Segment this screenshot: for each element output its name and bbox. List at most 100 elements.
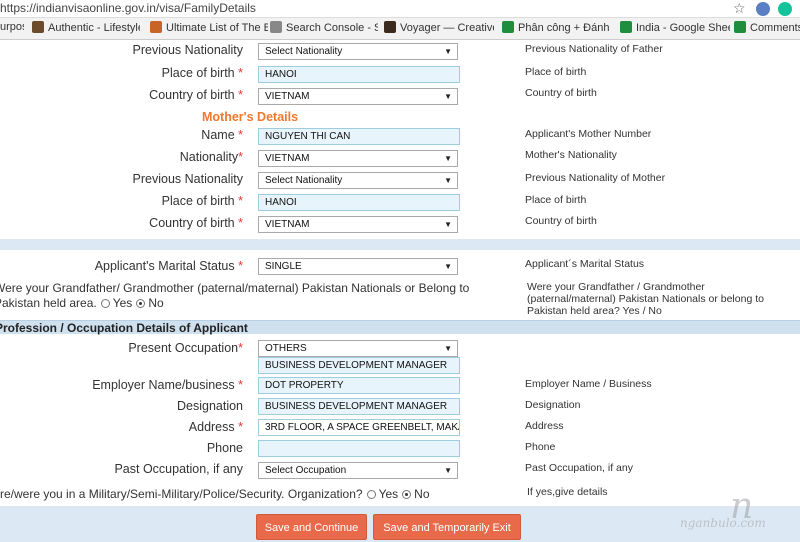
- required-marker: *: [238, 341, 243, 355]
- bookmark-item[interactable]: Phân công + Đánh giá: [502, 21, 612, 34]
- address-field[interactable]: 3RD FLOOR, A SPACE GREENBELT, MAKATI,: [258, 419, 460, 436]
- mother-prev-nationality-label: Previous Nationality: [132, 172, 243, 186]
- military-help: If yes,give details: [527, 486, 608, 498]
- save-continue-button[interactable]: Save and Continue: [256, 514, 367, 540]
- profession-section-header: Profession / Occupation Details of Appli…: [0, 320, 800, 335]
- military-yes-radio[interactable]: [366, 490, 376, 499]
- required-marker: *: [238, 378, 243, 392]
- mother-country-select[interactable]: VIETNAM ▼: [258, 216, 458, 233]
- mother-country-label: Country of birth *: [149, 216, 243, 230]
- phone-help: Phone: [525, 441, 556, 453]
- designation-label: Designation: [176, 399, 243, 413]
- past-occupation-label: Past Occupation, if any: [114, 462, 243, 476]
- father-prev-nationality-select[interactable]: Select Nationality ▼: [258, 43, 458, 60]
- employer-help: Employer Name / Business: [525, 378, 652, 390]
- mother-name-help: Applicant's Mother Number: [525, 128, 652, 140]
- pakistan-no-radio[interactable]: [136, 299, 146, 308]
- grammarly-icon[interactable]: [778, 2, 792, 16]
- mother-place-label: Place of birth *: [161, 194, 243, 208]
- mother-name-field[interactable]: NGUYEN THI CAN: [258, 128, 460, 145]
- bookmark-item[interactable]: India - Google Sheets: [620, 21, 730, 34]
- chevron-down-icon: ▼: [444, 262, 452, 271]
- mother-place-field[interactable]: HANOI: [258, 194, 460, 211]
- required-marker: *: [238, 259, 243, 273]
- required-marker: *: [238, 150, 243, 164]
- pakistan-help-line2: (paternal/maternal) Pakistan Nationals o…: [527, 293, 764, 305]
- required-marker: *: [238, 128, 243, 142]
- watermark-text: nganbulo.com: [680, 516, 766, 530]
- pakistan-help-line1: Were your Grandfather / Grandmother: [527, 281, 705, 293]
- employer-label: Employer Name/business *: [92, 378, 243, 392]
- mother-name-label: Name *: [201, 128, 243, 142]
- father-country-select[interactable]: VIETNAM ▼: [258, 88, 458, 105]
- required-marker: *: [238, 66, 243, 80]
- past-occupation-help: Past Occupation, if any: [525, 462, 633, 474]
- bookmark-item[interactable]: Authentic - Lifestyle B: [32, 21, 140, 34]
- bookmark-item[interactable]: Comments -: [734, 21, 800, 34]
- bookmark-item[interactable]: Search Console - Site: [270, 21, 378, 34]
- profession-section-title: Profession / Occupation Details of Appli…: [0, 321, 248, 335]
- chevron-down-icon: ▼: [444, 47, 452, 56]
- chevron-down-icon: ▼: [444, 466, 452, 475]
- military-no-radio[interactable]: [402, 490, 412, 499]
- site-favicon-icon: [150, 21, 162, 33]
- bookmarks-bar: urpos Authentic - Lifestyle B Ultimate L…: [0, 18, 800, 40]
- pakistan-help-line3: Pakistan held area? Yes / No: [527, 305, 662, 317]
- chevron-down-icon: ▼: [444, 92, 452, 101]
- past-occupation-select[interactable]: Select Occupation ▼: [258, 462, 458, 479]
- required-marker: *: [238, 194, 243, 208]
- site-favicon-icon: [384, 21, 396, 33]
- father-place-field[interactable]: HANOI: [258, 66, 460, 83]
- marital-status-label: Applicant's Marital Status *: [94, 259, 243, 273]
- bookmark-item[interactable]: Voyager — Creative B: [384, 21, 494, 34]
- mother-prev-nationality-help: Previous Nationality of Mother: [525, 172, 666, 184]
- mother-nationality-label: Nationality*: [179, 150, 243, 164]
- mother-nationality-select[interactable]: VIETNAM ▼: [258, 150, 458, 167]
- chevron-down-icon: ▼: [444, 176, 452, 185]
- chevron-down-icon: ▼: [444, 154, 452, 163]
- extension-icon[interactable]: [756, 2, 770, 16]
- required-marker: *: [238, 88, 243, 102]
- phone-field[interactable]: [258, 440, 460, 457]
- address-label: Address *: [188, 420, 243, 434]
- present-occupation-select[interactable]: OTHERS ▼: [258, 340, 458, 357]
- father-prev-nationality-label: Previous Nationality: [132, 43, 243, 57]
- required-marker: *: [238, 420, 243, 434]
- required-marker: *: [238, 216, 243, 230]
- chevron-down-icon: ▼: [444, 220, 452, 229]
- bookmark-item[interactable]: urpos: [0, 21, 24, 33]
- mother-nationality-help: Mother's Nationality: [525, 149, 617, 161]
- pakistan-question-line2: Pakistan held area. Yes No: [0, 296, 164, 310]
- marital-status-help: Applicant´s Marital Status: [525, 258, 645, 270]
- pakistan-yes-radio[interactable]: [100, 299, 110, 308]
- father-place-help: Place of birth: [525, 66, 587, 78]
- father-prev-nationality-help: Previous Nationality of Father: [525, 43, 663, 55]
- mother-section-title: Mother's Details: [202, 110, 299, 124]
- designation-help: Designation: [525, 399, 581, 411]
- designation-field[interactable]: BUSINESS DEVELOPMENT MANAGER: [258, 398, 460, 415]
- url-text[interactable]: https://indianvisaonline.gov.in/visa/Fam…: [0, 1, 256, 15]
- present-occupation-label: Present Occupation*: [128, 341, 243, 355]
- section-divider: [0, 239, 800, 250]
- search-console-icon: [270, 21, 282, 33]
- mother-prev-nationality-select[interactable]: Select Nationality ▼: [258, 172, 458, 189]
- phone-label: Phone: [206, 441, 243, 455]
- address-help: Address: [525, 420, 564, 432]
- military-question: re/were you in a Military/Semi-Military/…: [0, 487, 430, 501]
- mother-country-help: Country of birth: [525, 215, 597, 227]
- chevron-down-icon: ▼: [444, 344, 452, 353]
- site-favicon-icon: [32, 21, 44, 33]
- sheets-icon: [734, 21, 746, 33]
- marital-status-select[interactable]: SINGLE ▼: [258, 258, 458, 275]
- employer-field[interactable]: DOT PROPERTY: [258, 377, 460, 394]
- bookmark-star-icon[interactable]: ☆: [733, 0, 746, 17]
- sheets-icon: [620, 21, 632, 33]
- present-occupation-other-field[interactable]: BUSINESS DEVELOPMENT MANAGER: [258, 357, 460, 374]
- address-bar[interactable]: https://indianvisaonline.gov.in/visa/Fam…: [0, 0, 800, 18]
- father-place-label: Place of birth *: [161, 66, 243, 80]
- sheets-icon: [502, 21, 514, 33]
- pakistan-question-line1: Were your Grandfather/ Grandmother (pate…: [0, 281, 470, 295]
- save-exit-button[interactable]: Save and Temporarily Exit: [373, 514, 521, 540]
- father-country-help: Country of birth: [525, 87, 597, 99]
- bookmark-item[interactable]: Ultimate List of The Be: [150, 21, 268, 34]
